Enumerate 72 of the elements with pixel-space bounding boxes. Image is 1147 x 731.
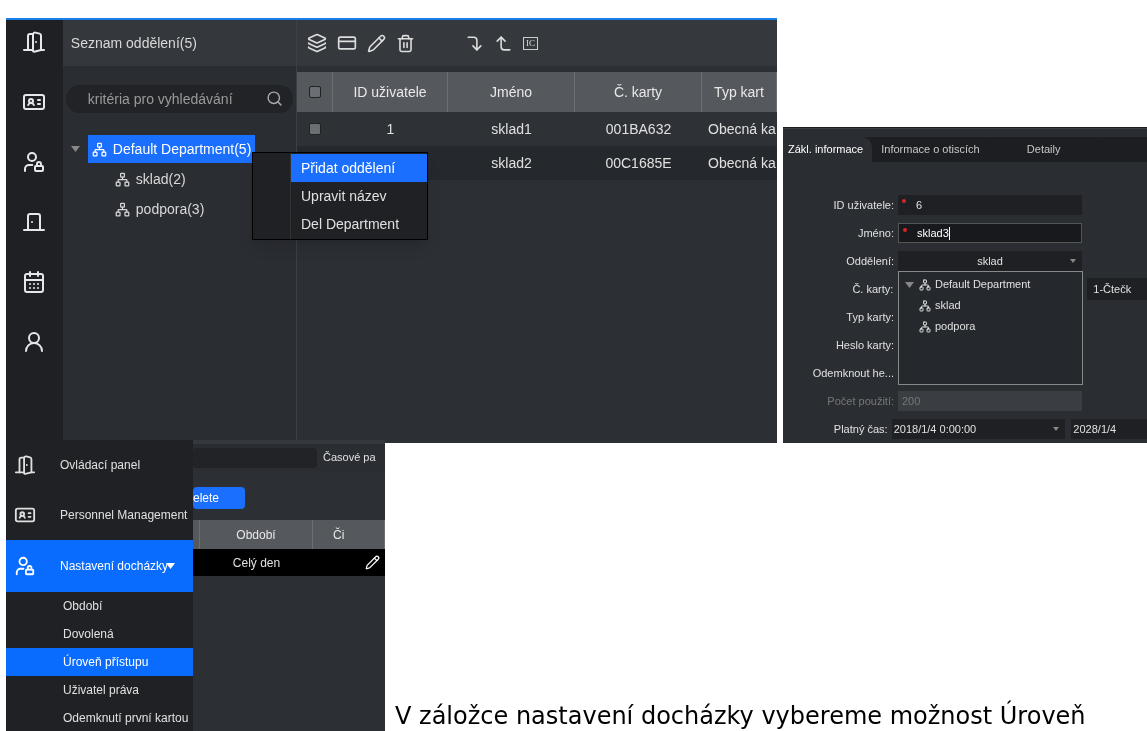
field-label: Č. karty:	[851, 281, 895, 297]
menu-item[interactable]: Del Department	[291, 210, 427, 238]
search-field[interactable]: kritéria pro vyhledávání	[65, 85, 293, 113]
caret-icon[interactable]	[1070, 259, 1076, 263]
submenu-item[interactable]: Úroveň přístupu	[6, 648, 193, 676]
caret-icon[interactable]	[166, 563, 176, 569]
door-icon	[14, 454, 36, 476]
tree-item[interactable]: sklad	[919, 295, 1082, 316]
submenu-item[interactable]: Odemknutí první kartou	[6, 704, 193, 731]
ic-button[interactable]: IC	[523, 36, 538, 50]
org-chart-icon	[114, 201, 130, 217]
delete-button[interactable]: elete	[193, 487, 245, 509]
panel-title: Seznam oddělení(5)	[62, 20, 296, 66]
filter-label: Časové pa	[323, 450, 376, 466]
table-cell-text: Obecná ka	[707, 119, 777, 139]
menu-item[interactable]: Přidat oddělení	[291, 154, 427, 182]
field-label: Jméno:	[856, 225, 895, 241]
field-label: Platný čas:	[832, 421, 889, 437]
table-cell-text: Celý den	[231, 554, 282, 572]
card-icon[interactable]	[337, 33, 357, 53]
tree-item[interactable]: podpora	[919, 316, 1082, 337]
org-chart-icon	[91, 141, 107, 157]
tab[interactable]: Zákl. informace	[783, 137, 873, 162]
menu-item[interactable]: Upravit název	[291, 182, 427, 210]
input-field[interactable]: 6	[898, 195, 1082, 215]
door-icon[interactable]	[22, 210, 47, 234]
table-cell-text: Obecná ka	[707, 153, 777, 173]
menu-item[interactable]: Personnel Management	[6, 490, 193, 540]
field-label: Typ karty:	[845, 309, 895, 325]
submenu-item[interactable]: Období	[6, 592, 193, 620]
search-icon[interactable]	[266, 90, 283, 107]
input-field[interactable]: 1-Čtečk	[1087, 278, 1147, 300]
field-label: Počet použití:	[826, 393, 895, 409]
arrow-down-icon[interactable]	[465, 33, 484, 53]
date-field[interactable]: 2018/1/4 0:00:00	[891, 419, 1066, 439]
field-label: Heslo karty:	[834, 337, 895, 353]
field-label: Oddělení:	[845, 253, 895, 269]
arrow-up-icon[interactable]	[494, 33, 513, 53]
field-label: ID uživatele:	[832, 197, 895, 213]
trash-icon[interactable]	[396, 33, 415, 53]
table-cell-text: 00C1685E	[604, 153, 673, 173]
input-field[interactable]: sklad3	[898, 223, 1082, 243]
pencil-icon[interactable]	[367, 33, 386, 53]
user-lock-icon	[14, 555, 36, 577]
caret-icon[interactable]	[1053, 427, 1060, 431]
calendar-icon[interactable]	[22, 270, 47, 294]
checkbox[interactable]	[309, 123, 321, 135]
door-icon[interactable]	[22, 30, 47, 54]
stack-icon[interactable]	[307, 33, 327, 53]
dropdown[interactable]: sklad	[898, 251, 1082, 271]
table-cell-text: 1	[385, 119, 396, 139]
user-lock-icon[interactable]	[22, 150, 47, 174]
org-chart-icon	[919, 299, 931, 312]
menu-item[interactable]: Ovládací panel	[6, 440, 193, 490]
tree-item[interactable]: sklad(2)	[112, 165, 188, 193]
org-chart-icon	[114, 171, 130, 187]
table-cell-text: 001BA632	[604, 119, 673, 139]
tree-item[interactable]: Default Department(5)	[87, 135, 256, 163]
caret-icon[interactable]	[905, 281, 914, 288]
org-chart-icon	[919, 320, 931, 333]
submenu-item[interactable]: Uživatel práva	[6, 676, 193, 704]
submenu-item[interactable]: Dovolená	[6, 620, 193, 648]
table-cell-text: sklad1	[490, 119, 533, 139]
table-cell-text: sklad2	[490, 153, 533, 173]
tree-item[interactable]: podpora(3)	[112, 195, 207, 223]
tree-item[interactable]: Default Department	[919, 276, 1031, 293]
org-chart-icon	[919, 278, 931, 291]
date-field[interactable]: 2028/1/4	[1071, 419, 1147, 439]
field-label: Odemknout he...	[811, 365, 895, 381]
caret-icon[interactable]	[70, 146, 80, 152]
checkbox[interactable]	[308, 86, 321, 98]
menu-item[interactable]: Nastavení docházky	[6, 540, 193, 592]
